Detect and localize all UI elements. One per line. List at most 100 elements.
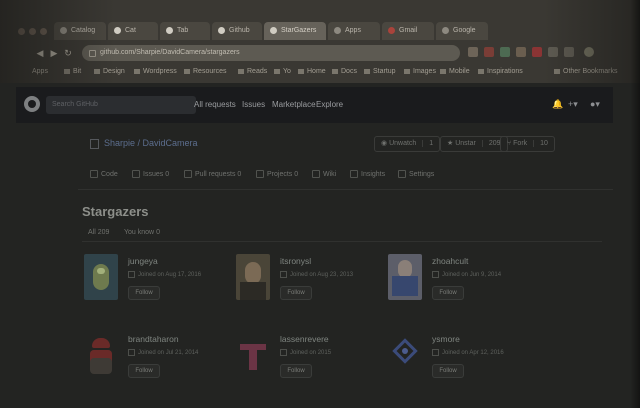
- stargazer-card: jungeya Joined on Aug 17, 2016 Follow: [84, 254, 234, 304]
- github-icon: [218, 26, 225, 34]
- username-link[interactable]: brandtaharon: [128, 334, 179, 344]
- nav-marketplace[interactable]: Marketplace: [272, 98, 316, 112]
- extension-icon[interactable]: [564, 47, 574, 57]
- repo-title[interactable]: Sharpie / DavidCamera: [90, 138, 198, 149]
- create-new-icon[interactable]: +▾: [568, 99, 578, 110]
- clock-icon: [432, 349, 439, 356]
- reload-icon[interactable]: ↻: [62, 47, 74, 59]
- subtab-you-know[interactable]: You know 0: [124, 229, 160, 236]
- browser-tab[interactable]: Google: [436, 22, 488, 40]
- minimize-window-button[interactable]: [29, 28, 36, 35]
- pull-request-icon: [184, 170, 192, 178]
- avatar[interactable]: [388, 332, 422, 378]
- clock-icon: [280, 349, 287, 356]
- gmail-icon: [388, 26, 395, 34]
- follow-button[interactable]: Follow: [128, 364, 160, 378]
- browser-tab[interactable]: Cat: [108, 22, 158, 40]
- unstar-button[interactable]: ★ Unstar 209: [440, 136, 508, 152]
- folder-icon: [94, 68, 100, 74]
- bookmark-star-icon[interactable]: [468, 47, 478, 57]
- tab-pull-requests[interactable]: Pull requests 0: [184, 170, 241, 178]
- github-icon: [114, 26, 121, 34]
- join-date: Joined on Jun 9, 2014: [432, 271, 501, 278]
- page-icon: [334, 26, 341, 34]
- browser-tab[interactable]: Gmail: [382, 22, 434, 40]
- follow-button[interactable]: Follow: [280, 286, 312, 300]
- username-link[interactable]: ysmore: [432, 334, 460, 344]
- bookmark-item[interactable]: Yo: [274, 66, 291, 78]
- unwatch-button[interactable]: ◉ Unwatch 1: [374, 136, 441, 152]
- tab-projects[interactable]: Projects 0: [256, 170, 298, 178]
- browser-tab-active[interactable]: StarGazers: [264, 22, 326, 40]
- clock-icon: [280, 271, 287, 278]
- follow-button[interactable]: Follow: [432, 364, 464, 378]
- bookmark-item[interactable]: Bit: [64, 66, 81, 78]
- follow-button[interactable]: Follow: [128, 286, 160, 300]
- tab-settings[interactable]: Settings: [398, 170, 434, 178]
- nav-explore[interactable]: Explore: [316, 98, 343, 112]
- github-logo-icon[interactable]: [24, 96, 40, 112]
- browser-tab[interactable]: Github: [212, 22, 262, 40]
- extension-icon[interactable]: [532, 47, 542, 57]
- bookmark-item[interactable]: Inspirations: [478, 66, 523, 78]
- forward-icon[interactable]: ▶: [48, 47, 60, 59]
- other-bookmarks[interactable]: Other Bookmarks: [554, 66, 617, 78]
- username-link[interactable]: jungeya: [128, 256, 158, 266]
- subtab-all[interactable]: All 209: [88, 229, 109, 236]
- username-link[interactable]: itsronysl: [280, 256, 311, 266]
- tab-code[interactable]: Code: [90, 170, 118, 178]
- folder-icon: [274, 68, 280, 74]
- folder-icon: [134, 68, 140, 74]
- clock-icon: [128, 349, 135, 356]
- nav-issues[interactable]: Issues: [242, 98, 265, 112]
- bookmark-item[interactable]: Apps: [32, 66, 48, 78]
- avatar[interactable]: [236, 332, 270, 378]
- extension-icon[interactable]: [484, 47, 494, 57]
- back-icon[interactable]: ◀: [34, 47, 46, 59]
- browser-tab[interactable]: Apps: [328, 22, 380, 40]
- browser-tab[interactable]: Catalog: [54, 22, 106, 40]
- bookmark-item[interactable]: Docs: [332, 66, 357, 78]
- join-date: Joined on Aug 23, 2013: [280, 271, 353, 278]
- bookmark-item[interactable]: Wordpress: [134, 66, 177, 78]
- fork-button[interactable]: ⑂ Fork 10: [500, 136, 555, 152]
- follow-button[interactable]: Follow: [280, 364, 312, 378]
- avatar-menu-icon[interactable]: ●▾: [590, 99, 600, 110]
- code-icon: [90, 170, 98, 178]
- close-window-button[interactable]: [18, 28, 25, 35]
- tab-wiki[interactable]: Wiki: [312, 170, 336, 178]
- tab-issues[interactable]: Issues 0: [132, 170, 169, 178]
- menu-icon[interactable]: [584, 47, 594, 57]
- username-link[interactable]: lassenrevere: [280, 334, 329, 344]
- zoom-window-button[interactable]: [40, 28, 47, 35]
- extension-icon[interactable]: [500, 47, 510, 57]
- search-input[interactable]: Search GitHub: [46, 96, 196, 114]
- extension-icon[interactable]: [548, 47, 558, 57]
- bookmark-item[interactable]: Reads: [238, 66, 267, 78]
- bookmark-item[interactable]: Startup: [364, 66, 396, 78]
- avatar[interactable]: [236, 254, 270, 300]
- folder-icon: [238, 68, 244, 74]
- username-link[interactable]: zhoahcult: [432, 256, 468, 266]
- follow-button[interactable]: Follow: [432, 286, 464, 300]
- avatar[interactable]: [388, 254, 422, 300]
- bookmark-item[interactable]: Mobile: [440, 66, 470, 78]
- tab-insights[interactable]: Insights: [350, 170, 385, 178]
- bookmark-item[interactable]: Images: [404, 66, 436, 78]
- bookmark-item[interactable]: Home: [298, 66, 326, 78]
- divider: [78, 189, 613, 190]
- page-title: Stargazers: [82, 204, 149, 219]
- browser-tab[interactable]: Tab: [160, 22, 210, 40]
- bookmark-item[interactable]: Resources: [184, 66, 226, 78]
- avatar[interactable]: [84, 332, 118, 378]
- clock-icon: [128, 271, 135, 278]
- extension-icon[interactable]: [516, 47, 526, 57]
- nav-pull-requests[interactable]: All requests: [194, 98, 236, 112]
- github-icon: [166, 26, 173, 34]
- notifications-icon[interactable]: 🔔: [552, 99, 563, 110]
- bookmark-item[interactable]: Design: [94, 66, 125, 78]
- avatar[interactable]: [84, 254, 118, 300]
- clock-icon: [432, 271, 439, 278]
- folder-icon: [440, 68, 446, 74]
- address-bar[interactable]: github.com/Sharpie/DavidCamera/stargazer…: [82, 45, 460, 61]
